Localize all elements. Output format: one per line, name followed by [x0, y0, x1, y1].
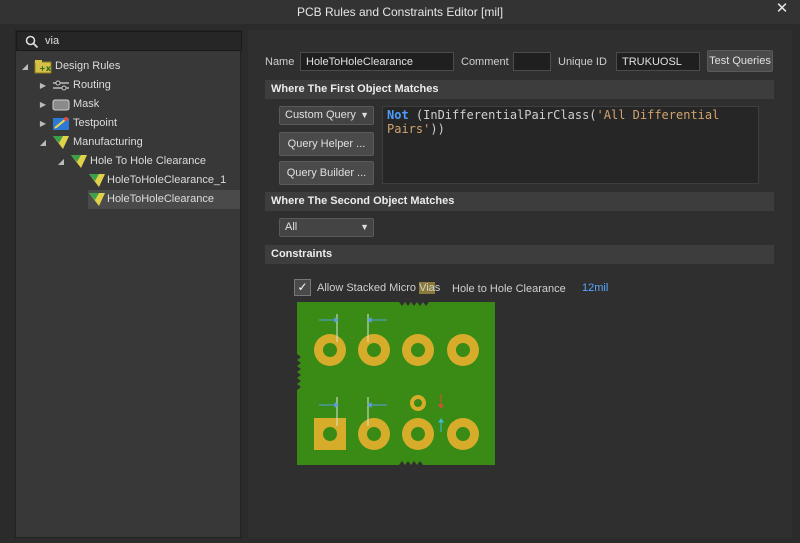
dropdown-value: Custom Query [285, 109, 356, 121]
manufacturing-icon [53, 136, 69, 149]
tree-node-routing[interactable]: ▶ Routing [16, 76, 240, 95]
tree-label: Design Rules [55, 60, 121, 72]
stacked-micro-vias-checkbox[interactable]: ✓ [294, 279, 311, 296]
tree-node-mask[interactable]: ▶ Mask [16, 95, 240, 114]
query-keyword: Not [387, 108, 409, 122]
comment-label: Comment [461, 56, 509, 68]
first-object-heading: Where The First Object Matches [265, 80, 774, 99]
query-string: Pairs' [387, 122, 431, 136]
tree-node-hole-to-hole-clearance[interactable]: ◢ Hole To Hole Clearance [16, 152, 240, 171]
close-icon[interactable]: ✕ [774, 1, 790, 17]
expand-arrow-icon[interactable]: ▶ [38, 76, 48, 95]
constraints-heading: Constraints [265, 245, 774, 264]
query-editor[interactable]: Not (InDifferentialPairClass('All Differ… [382, 106, 759, 184]
query-text: )) [430, 122, 445, 136]
tree-node-rule-1[interactable]: HoleToHoleClearance_1 [16, 171, 240, 190]
name-label: Name [265, 56, 295, 68]
tree-label: Routing [73, 79, 111, 91]
collapse-arrow-icon[interactable]: ◢ [20, 57, 30, 76]
tree-node-manufacturing[interactable]: ◢ Manufacturing [16, 133, 240, 152]
search-box[interactable]: via [16, 31, 242, 51]
mask-icon [52, 99, 70, 111]
title-bar: PCB Rules and Constraints Editor [mil] ✕ [0, 0, 800, 24]
tree-label: HoleToHoleClearance_1 [107, 174, 227, 186]
stacked-micro-vias-label: Allow Stacked Micro Vias [317, 282, 441, 294]
window-title: PCB Rules and Constraints Editor [mil] [296, 5, 504, 19]
expand-arrow-icon[interactable]: ▶ [38, 114, 48, 133]
tree-node-rule-selected[interactable]: HoleToHoleClearance [88, 190, 240, 209]
expand-arrow-icon[interactable]: ▶ [38, 95, 48, 114]
rule-editor-panel: Name HoleToHoleClearance Comment Unique … [248, 30, 792, 538]
rules-tree-panel: via ◢ +x Design Rules ▶ Routing ▶ Mask ▶… [15, 30, 242, 538]
testpoint-icon [53, 117, 69, 130]
dropdown-value: All [285, 221, 298, 233]
rule-category-icon [71, 155, 87, 168]
second-object-heading: Where The Second Object Matches [265, 192, 774, 211]
rule-icon [89, 193, 105, 206]
name-field[interactable]: HoleToHoleClearance [300, 52, 454, 71]
collapse-arrow-icon[interactable]: ◢ [56, 152, 66, 171]
hole-clearance-label: Hole to Hole Clearance [452, 283, 566, 295]
query-helper-button[interactable]: Query Helper ... [279, 132, 374, 156]
tree-label: Manufacturing [73, 136, 143, 148]
tree-label: HoleToHoleClearance [107, 193, 215, 205]
query-string: 'All Differential [596, 108, 720, 122]
design-rules-icon: +x [34, 60, 52, 74]
hole-clearance-value[interactable]: 12mil [582, 282, 608, 294]
search-input[interactable]: via [45, 35, 59, 47]
query-builder-button[interactable]: Query Builder ... [279, 161, 374, 185]
search-highlight: Via [419, 282, 435, 294]
second-object-dropdown[interactable]: All ▼ [279, 218, 374, 237]
tree-label: Hole To Hole Clearance [90, 155, 206, 167]
query-text: (InDifferentialPairClass( [408, 108, 597, 122]
search-icon [25, 35, 39, 49]
tree-node-design-rules[interactable]: ◢ +x Design Rules [16, 57, 240, 76]
comment-field[interactable] [513, 52, 551, 71]
first-object-dropdown[interactable]: Custom Query ▼ [279, 106, 374, 125]
rule-icon [89, 174, 105, 187]
clearance-diagram [297, 302, 495, 465]
routing-icon [53, 80, 69, 91]
svg-text:+x: +x [39, 64, 52, 73]
tree-label: Mask [73, 98, 100, 110]
collapse-arrow-icon[interactable]: ◢ [38, 133, 48, 152]
unique-id-label: Unique ID [558, 56, 607, 68]
chevron-down-icon: ▼ [360, 222, 369, 232]
chevron-down-icon: ▼ [360, 110, 369, 120]
unique-id-field[interactable]: TRUKUOSL [616, 52, 700, 71]
test-queries-button[interactable]: Test Queries [707, 50, 773, 72]
tree-label: Testpoint [73, 117, 118, 129]
tree-node-testpoint[interactable]: ▶ Testpoint [16, 114, 240, 133]
